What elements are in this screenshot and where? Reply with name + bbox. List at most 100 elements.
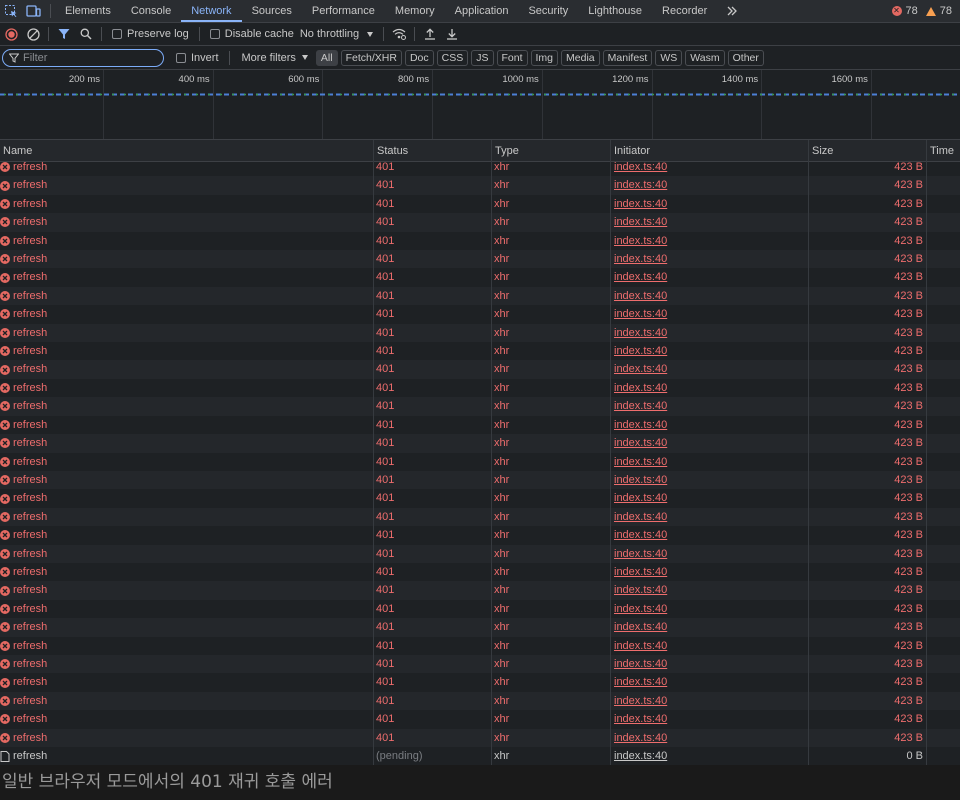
disable-cache-checkbox[interactable]: Disable cache: [204, 28, 300, 40]
request-name-cell[interactable]: refresh: [0, 176, 372, 194]
request-row[interactable]: refresh 401 xhr index.ts:40 423 B: [0, 691, 960, 711]
request-row[interactable]: refresh 401 xhr index.ts:40 423 B: [0, 397, 960, 416]
tab-application[interactable]: Application: [445, 0, 519, 22]
filter-chip-css[interactable]: CSS: [436, 49, 469, 66]
request-name-cell[interactable]: refresh: [0, 600, 372, 618]
filter-chip-ws[interactable]: WS: [655, 49, 683, 66]
request-name-cell[interactable]: refresh: [0, 673, 372, 691]
tab-lighthouse[interactable]: Lighthouse: [578, 0, 652, 22]
request-row[interactable]: refresh 401 xhr index.ts:40 423 B: [0, 176, 960, 195]
request-name-cell[interactable]: refresh: [0, 471, 372, 489]
request-initiator-link[interactable]: index.ts:40: [614, 747, 804, 765]
device-toolbar-icon[interactable]: [22, 0, 44, 22]
request-row[interactable]: refresh 401 xhr index.ts:40 423 B: [0, 250, 960, 269]
request-initiator-link[interactable]: index.ts:40: [614, 729, 804, 747]
request-row[interactable]: refresh 401 xhr index.ts:40 423 B: [0, 618, 960, 637]
double-chevron-right-icon[interactable]: [721, 0, 743, 22]
tab-elements[interactable]: Elements: [55, 0, 121, 22]
request-initiator-link[interactable]: index.ts:40: [614, 600, 804, 618]
request-initiator-link[interactable]: index.ts:40: [614, 342, 804, 360]
filter-chip-other[interactable]: Other: [727, 49, 764, 66]
request-initiator-link[interactable]: index.ts:40: [614, 508, 804, 526]
column-status[interactable]: Status: [374, 140, 408, 162]
filter-chip-doc[interactable]: Doc: [404, 49, 434, 66]
request-initiator-link[interactable]: index.ts:40: [614, 324, 804, 342]
request-name-cell[interactable]: refresh: [0, 453, 372, 471]
network-conditions-icon[interactable]: [388, 23, 410, 45]
request-row[interactable]: refresh 401 xhr index.ts:40 423 B: [0, 581, 960, 600]
request-row[interactable]: refresh 401 xhr index.ts:40 423 B: [0, 434, 960, 453]
request-row[interactable]: refresh 401 xhr index.ts:40 423 B: [0, 544, 960, 563]
inspect-element-icon[interactable]: [0, 0, 22, 22]
filter-chip-all[interactable]: All: [315, 49, 338, 66]
request-name-cell[interactable]: refresh: [0, 195, 372, 213]
request-name-cell[interactable]: refresh: [0, 618, 372, 636]
filter-input[interactable]: [23, 51, 153, 64]
filter-chip-media[interactable]: Media: [561, 49, 600, 66]
tab-recorder[interactable]: Recorder: [652, 0, 717, 22]
request-initiator-link[interactable]: index.ts:40: [614, 360, 804, 378]
tab-security[interactable]: Security: [518, 0, 578, 22]
request-row[interactable]: refresh 401 xhr index.ts:40 423 B: [0, 526, 960, 545]
request-name-cell[interactable]: refresh: [0, 581, 372, 599]
request-name-cell[interactable]: refresh: [0, 324, 372, 342]
request-name-cell[interactable]: refresh: [0, 655, 372, 673]
column-divider[interactable]: [808, 140, 809, 765]
request-row[interactable]: refresh 401 xhr index.ts:40 423 B: [0, 636, 960, 655]
column-type[interactable]: Type: [492, 140, 519, 162]
issue-counts[interactable]: ✕ 78 78: [891, 0, 952, 22]
request-name-cell[interactable]: refresh: [0, 232, 372, 250]
preserve-log-checkbox[interactable]: Preserve log: [106, 28, 195, 40]
filter-chip-js[interactable]: JS: [471, 49, 494, 66]
request-initiator-link[interactable]: index.ts:40: [614, 176, 804, 194]
request-row[interactable]: refresh (pending) xhr index.ts:40 0 B: [0, 747, 960, 765]
clear-icon[interactable]: [22, 23, 44, 45]
filter-chip-fetchxhr[interactable]: Fetch/XHR: [340, 49, 402, 66]
request-row[interactable]: refresh 401 xhr index.ts:40 423 B: [0, 378, 960, 398]
request-name-cell[interactable]: refresh: [0, 692, 372, 710]
request-initiator-link[interactable]: index.ts:40: [614, 268, 804, 286]
tab-memory[interactable]: Memory: [385, 0, 445, 22]
request-name-cell[interactable]: refresh: [0, 508, 372, 526]
request-name-cell[interactable]: refresh: [0, 434, 372, 452]
request-row[interactable]: refresh 401 xhr index.ts:40 423 B: [0, 673, 960, 692]
request-initiator-link[interactable]: index.ts:40: [614, 195, 804, 213]
tab-network[interactable]: Network: [181, 0, 242, 22]
request-initiator-link[interactable]: index.ts:40: [614, 434, 804, 452]
tab-console[interactable]: Console: [121, 0, 181, 22]
request-row[interactable]: refresh 401 xhr index.ts:40 423 B: [0, 507, 960, 527]
request-name-cell[interactable]: refresh: [0, 379, 372, 397]
request-name-cell[interactable]: refresh: [0, 397, 372, 415]
request-row[interactable]: refresh 401 xhr index.ts:40 423 B: [0, 323, 960, 343]
column-divider[interactable]: [926, 140, 927, 765]
export-har-icon[interactable]: [441, 23, 463, 45]
column-name[interactable]: Name: [0, 140, 32, 162]
request-name-cell[interactable]: refresh: [0, 545, 372, 563]
request-row[interactable]: refresh 401 xhr index.ts:40 423 B: [0, 213, 960, 232]
request-initiator-link[interactable]: index.ts:40: [614, 397, 804, 415]
request-initiator-link[interactable]: index.ts:40: [614, 618, 804, 636]
request-row[interactable]: refresh 401 xhr index.ts:40 423 B: [0, 654, 960, 674]
request-initiator-link[interactable]: index.ts:40: [614, 416, 804, 434]
column-divider[interactable]: [373, 140, 374, 765]
invert-checkbox[interactable]: Invert: [170, 52, 225, 64]
more-filters-dropdown[interactable]: More filters: [234, 52, 316, 64]
request-row[interactable]: refresh 401 xhr index.ts:40 423 B: [0, 342, 960, 361]
request-initiator-link[interactable]: index.ts:40: [614, 213, 804, 231]
filter-icon[interactable]: [53, 23, 75, 45]
request-row[interactable]: refresh 401 xhr index.ts:40 423 B: [0, 286, 960, 306]
request-initiator-link[interactable]: index.ts:40: [614, 232, 804, 250]
request-initiator-link[interactable]: index.ts:40: [614, 655, 804, 673]
request-row[interactable]: refresh 401 xhr index.ts:40 423 B: [0, 415, 960, 435]
throttling-select[interactable]: No throttling: [294, 28, 379, 40]
request-name-cell[interactable]: refresh: [0, 489, 372, 507]
request-name-cell[interactable]: refresh: [0, 213, 372, 231]
request-initiator-link[interactable]: index.ts:40: [614, 250, 804, 268]
request-row[interactable]: refresh 401 xhr index.ts:40 423 B: [0, 728, 960, 747]
request-name-cell[interactable]: refresh: [0, 287, 372, 305]
request-name-cell[interactable]: refresh: [0, 710, 372, 728]
request-row[interactable]: refresh 401 xhr index.ts:40 423 B: [0, 194, 960, 214]
request-row[interactable]: refresh 401 xhr index.ts:40 423 B: [0, 452, 960, 471]
column-divider[interactable]: [610, 140, 611, 765]
checkbox-box[interactable]: [112, 29, 122, 39]
